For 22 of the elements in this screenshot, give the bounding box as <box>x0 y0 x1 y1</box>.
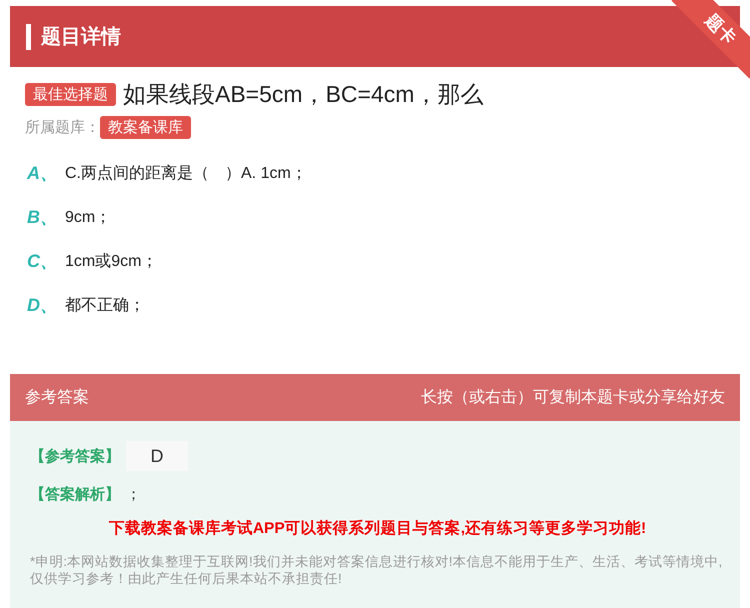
question-type-badge: 最佳选择题 <box>25 83 116 106</box>
analysis-label: 【答案解析】 <box>30 485 120 504</box>
option-letter: C、 <box>27 250 53 273</box>
option-text: 都不正确； <box>65 296 145 316</box>
bank-tag[interactable]: 教案备课库 <box>100 116 191 139</box>
option-text: C.两点间的距离是（ ）A. 1cm； <box>65 164 307 184</box>
option-letter: D、 <box>27 294 53 317</box>
answer-label: 【参考答案】 <box>30 446 120 466</box>
analysis-text: ； <box>126 485 141 504</box>
share-hint: 长按（或右击）可复制本题卡或分享给好友 <box>421 388 725 408</box>
answer-section-title: 参考答案 <box>25 387 89 408</box>
disclaimer-text: *申明:本网站数据收集整理于互联网!我们并未能对答案信息进行核对!本信息不能用于生产、生活、考试等情境中,仅供学习参考！由此产生任何后果本站不承担责任! <box>30 553 724 587</box>
page-title: 题目详情 <box>41 24 121 50</box>
bank-label: 所属题库： <box>25 118 100 137</box>
app-promo-text: 下载教案备课库考试APP可以获得系列题目与答案,还有练习等更多学习功能! <box>108 518 648 539</box>
answer-value: D <box>126 441 188 471</box>
option-text: 1cm或9cm； <box>65 252 158 272</box>
question-text: 如果线段AB=5cm，BC=4cm，那么 <box>123 80 484 109</box>
option-letter: B、 <box>27 206 53 229</box>
option-text: 9cm； <box>65 208 112 228</box>
option-letter: A、 <box>27 162 53 185</box>
title-accent-bar <box>26 24 31 50</box>
